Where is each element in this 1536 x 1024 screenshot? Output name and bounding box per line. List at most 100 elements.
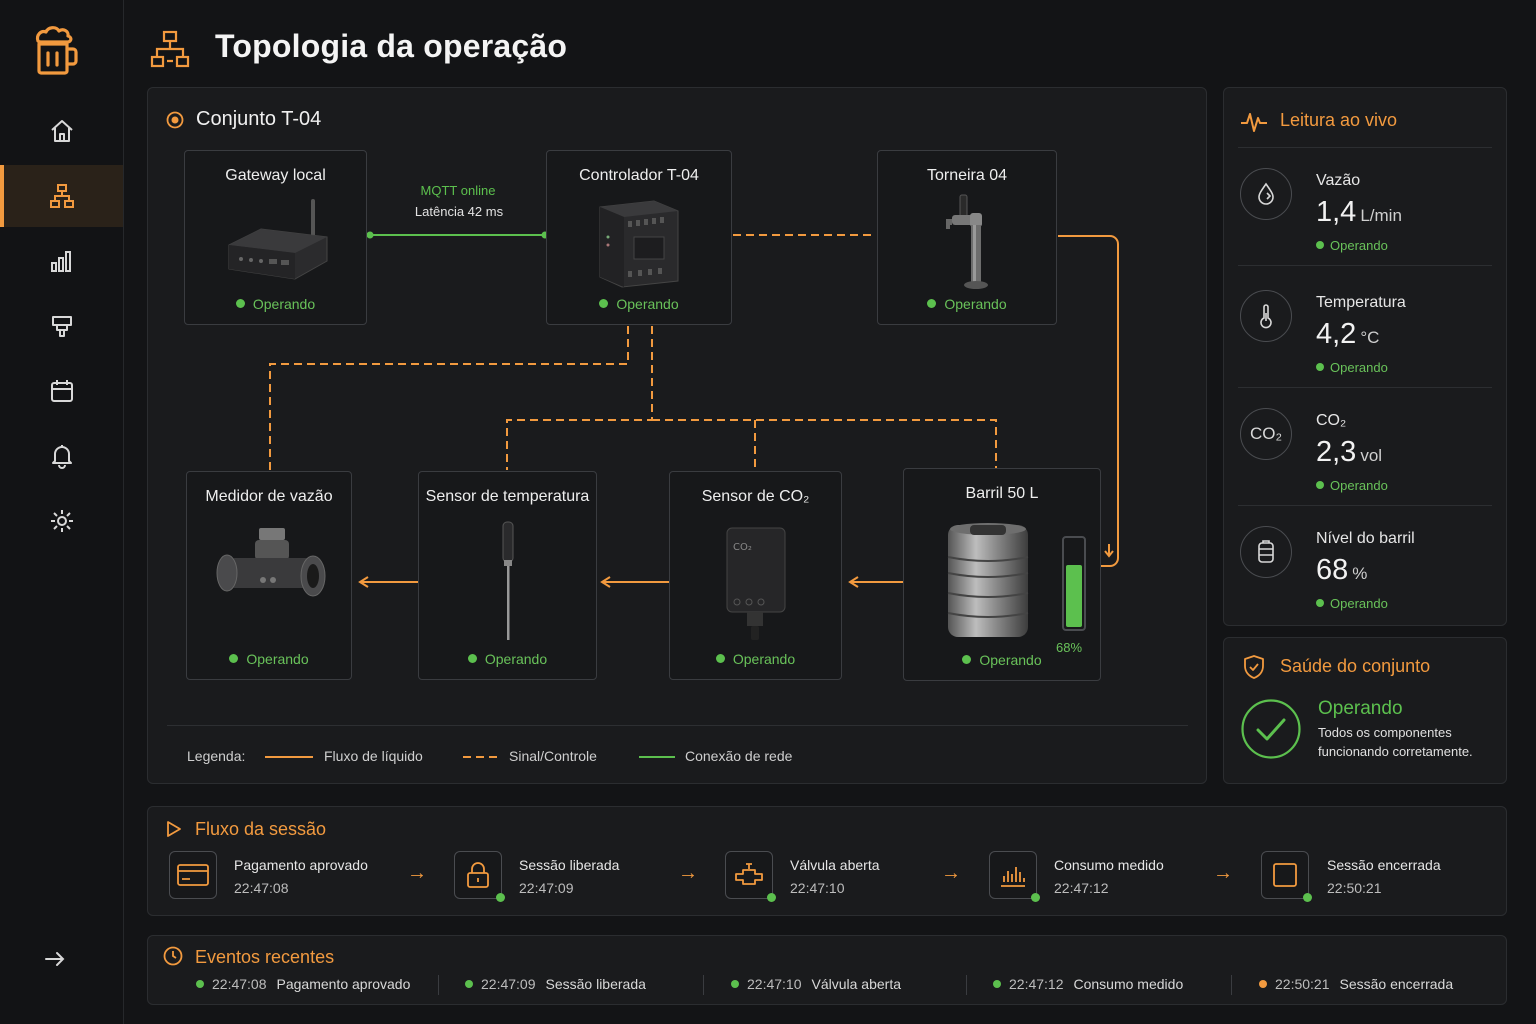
session-flow-title: Fluxo da sessão — [195, 819, 327, 839]
node-title: Gateway local — [225, 167, 326, 184]
arrow-right-icon: → — [407, 862, 427, 884]
step-time: 22:47:12 — [1054, 880, 1109, 896]
node-status: Operando — [670, 651, 841, 667]
arrow-right-icon: → — [1213, 862, 1233, 884]
node-tap[interactable]: Torneira 04 Operando — [877, 150, 1057, 325]
node-keg[interactable]: Barril 50 L 68% Operando — [903, 468, 1101, 681]
event-item[interactable]: 22:47:09 Sessão liberada — [465, 976, 646, 992]
thermometer-icon — [1240, 290, 1292, 342]
arrow-right-icon: → — [941, 862, 961, 884]
drop-icon — [1240, 168, 1292, 220]
health-description-line-1: Todos os componentes — [1318, 725, 1452, 740]
node-status: Operando — [904, 652, 1100, 668]
live-readings-panel: Leitura ao vivo Vazão 1,4 L/min Operando … — [1223, 87, 1507, 626]
health-description-line-2: funcionando corretamente. — [1318, 744, 1473, 759]
health-panel: Saúde do conjunto Operando Todos os comp… — [1223, 637, 1507, 784]
reading-label: Vazão — [1316, 172, 1361, 189]
node-title: Medidor de vazão — [205, 488, 333, 505]
step-time: 22:50:21 — [1327, 880, 1382, 896]
reading-value: 68% — [1316, 554, 1368, 586]
link-latency: Latência 42 ms — [414, 204, 504, 219]
card-icon — [169, 851, 217, 899]
link-status: MQTT online — [420, 183, 496, 198]
valve-icon — [725, 851, 776, 902]
live-reading-flow: Vazão 1,4 L/min Operando — [1238, 148, 1492, 266]
legend-network-swatch — [639, 756, 675, 758]
node-status: Operando — [547, 296, 731, 312]
health-title: Saúde do conjunto — [1280, 656, 1431, 676]
step-time: 22:47:08 — [234, 880, 289, 896]
network-connection — [366, 231, 549, 239]
play-icon — [165, 820, 183, 843]
svg-text:CO₂: CO₂ — [733, 542, 752, 553]
lock-icon — [454, 851, 505, 902]
shield-icon — [1242, 654, 1266, 685]
step-label: Pagamento aprovado — [234, 857, 368, 873]
step-time: 22:47:10 — [790, 880, 845, 896]
node-gateway[interactable]: Gateway local Operando — [184, 150, 367, 325]
keg-icon — [1240, 526, 1292, 578]
node-controller[interactable]: Controlador T-04 Operando — [546, 150, 732, 325]
keg-level-bar — [1062, 536, 1086, 631]
step-label: Sessão liberada — [519, 857, 620, 873]
health-status: Operando — [1318, 698, 1403, 719]
live-readings-title: Leitura ao vivo — [1280, 110, 1398, 130]
stop-icon — [1261, 851, 1312, 902]
live-reading-temperature: Temperatura 4,2 °C Operando — [1238, 270, 1492, 388]
node-title: Sensor de CO₂ — [701, 488, 810, 505]
reading-value: 4,2 °C — [1316, 318, 1380, 350]
temperature-probe-icon — [498, 520, 518, 649]
keg-level-fill — [1066, 565, 1082, 627]
legend-signal-label: Sinal/Controle — [509, 748, 597, 764]
legend-label: Legenda: — [187, 748, 246, 764]
event-item[interactable]: 22:47:10 Válvula aberta — [731, 976, 901, 992]
node-status: Operando — [187, 651, 351, 667]
legend-signal-swatch — [463, 756, 499, 758]
legend-divider — [167, 725, 1188, 726]
consumption-chart-icon — [989, 851, 1040, 902]
node-status: Operando — [185, 296, 366, 312]
reading-status: Operando — [1316, 238, 1388, 253]
reading-label: Nível do barril — [1316, 530, 1415, 547]
step-time: 22:47:09 — [519, 880, 574, 896]
controller-device-icon — [594, 197, 684, 294]
node-temp-sensor[interactable]: Sensor de temperatura Operando — [418, 471, 597, 680]
node-flow-meter[interactable]: Medidor de vazão Operando — [186, 471, 352, 680]
event-item[interactable]: 22:47:08 Pagamento aprovado — [196, 976, 410, 992]
clock-icon — [163, 946, 183, 971]
node-title: Barril 50 L — [965, 485, 1039, 502]
check-circle-icon — [1240, 698, 1302, 765]
node-title: Controlador T-04 — [579, 167, 699, 184]
pulse-icon — [1240, 110, 1268, 139]
node-title: Torneira 04 — [926, 167, 1008, 184]
legend-network-label: Conexão de rede — [685, 748, 793, 764]
reading-status: Operando — [1316, 360, 1388, 375]
node-status: Operando — [878, 296, 1056, 312]
step-label: Sessão encerrada — [1327, 857, 1441, 873]
beer-tap-icon — [942, 193, 992, 298]
recent-events-panel — [147, 935, 1507, 1005]
reading-value: 1,4 L/min — [1316, 196, 1402, 228]
event-item[interactable]: 22:47:12 Consumo medido — [993, 976, 1183, 992]
keg-image — [944, 521, 1032, 646]
legend-liquid-label: Fluxo de líquido — [324, 748, 423, 764]
step-label: Válvula aberta — [790, 857, 880, 873]
recent-events-title: Eventos recentes — [195, 947, 335, 967]
node-co2-sensor[interactable]: Sensor de CO₂ CO₂ Operando — [669, 471, 842, 680]
reading-label: Temperatura — [1316, 294, 1406, 311]
live-reading-co2: CO₂ CO₂ 2,3 vol Operando — [1238, 388, 1492, 506]
co2-sensor-device-icon: CO₂ — [723, 526, 789, 649]
event-item[interactable]: 22:50:21 Sessão encerrada — [1259, 976, 1453, 992]
reading-label: CO₂ — [1316, 412, 1347, 429]
flow-meter-icon — [209, 524, 329, 619]
co2-icon: CO₂ — [1240, 408, 1292, 460]
node-status: Operando — [419, 651, 596, 667]
reading-status: Operando — [1316, 478, 1388, 493]
step-label: Consumo medido — [1054, 857, 1164, 873]
reading-status: Operando — [1316, 596, 1388, 611]
reading-value: 2,3 vol — [1316, 436, 1383, 468]
live-reading-keg-level: Nível do barril 68% Operando — [1238, 506, 1492, 624]
node-title: Sensor de temperatura — [425, 488, 590, 505]
arrow-right-icon: → — [678, 862, 698, 884]
router-icon — [221, 197, 331, 292]
